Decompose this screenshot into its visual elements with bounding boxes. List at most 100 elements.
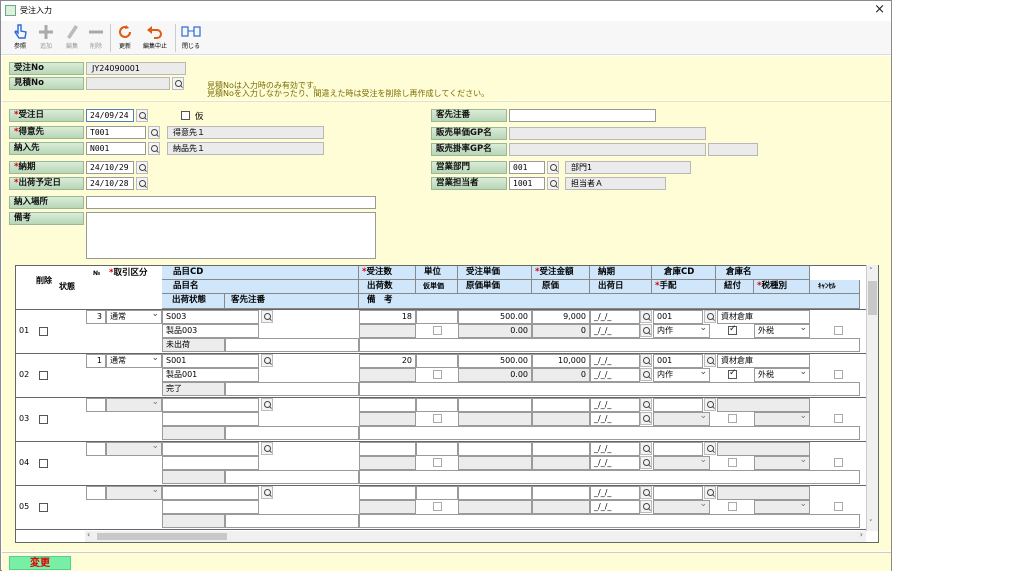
amount-input[interactable]: 9,000 xyxy=(532,310,590,324)
cust-order-input[interactable] xyxy=(509,109,656,122)
cancel-checkbox[interactable] xyxy=(834,458,843,467)
close-button[interactable]: 閉じる xyxy=(179,22,203,54)
price-input[interactable] xyxy=(458,398,532,412)
qty-input[interactable]: 20 xyxy=(359,354,416,368)
item-search-icon[interactable] xyxy=(261,310,273,323)
line-no-cell[interactable] xyxy=(86,442,106,456)
delivery-search-icon[interactable] xyxy=(148,142,160,155)
tax-type-select[interactable] xyxy=(754,456,810,470)
price-input[interactable]: 500.00 xyxy=(458,354,532,368)
estimate-no-field[interactable] xyxy=(86,77,170,90)
line-no-cell[interactable]: 3 xyxy=(86,310,106,324)
warehouse-cd-input[interactable] xyxy=(653,398,703,412)
due-date-input[interactable]: _/_/_ xyxy=(590,398,640,412)
ship-date-search-icon[interactable] xyxy=(640,412,652,425)
tentative-price-checkbox[interactable] xyxy=(433,326,442,335)
row-cust-order-input[interactable] xyxy=(225,514,359,528)
order-date-search-icon[interactable] xyxy=(136,109,148,122)
row-cust-order-input[interactable] xyxy=(225,338,359,352)
trade-type-select[interactable]: 通常 xyxy=(106,354,162,368)
price-input[interactable] xyxy=(458,486,532,500)
arrange-select[interactable]: 内作 xyxy=(653,324,710,338)
cancel-checkbox[interactable] xyxy=(834,414,843,423)
due-date-search-icon[interactable] xyxy=(136,161,148,174)
due-date-search-icon[interactable] xyxy=(640,398,652,411)
ship-date-search-icon[interactable] xyxy=(640,324,652,337)
qty-input[interactable] xyxy=(359,442,416,456)
due-date-input[interactable]: _/_/_ xyxy=(590,442,640,456)
qty-input[interactable] xyxy=(359,398,416,412)
tax-type-select[interactable]: 外税 xyxy=(754,324,810,338)
scroll-up-icon[interactable]: ˄ xyxy=(869,267,873,275)
tax-type-select[interactable] xyxy=(754,412,810,426)
item-cd-input[interactable] xyxy=(162,442,259,456)
row-remarks-input[interactable] xyxy=(359,514,860,528)
qty-input[interactable]: 18 xyxy=(359,310,416,324)
ship-date-input[interactable]: _/_/_ xyxy=(590,412,640,426)
ship-date-input[interactable]: _/_/_ xyxy=(590,500,640,514)
row-delete-checkbox[interactable] xyxy=(39,503,48,512)
due-date-input[interactable]: _/_/_ xyxy=(590,354,640,368)
remarks-textarea[interactable] xyxy=(86,212,376,259)
order-date-input[interactable]: 24/09/24 xyxy=(86,109,134,122)
refresh-button[interactable]: 更新 xyxy=(113,22,137,54)
item-cd-input[interactable]: S001 xyxy=(162,354,259,368)
arrange-select[interactable]: 内作 xyxy=(653,368,710,382)
staff-search-icon[interactable] xyxy=(547,177,559,190)
ship-date-input[interactable]: _/_/_ xyxy=(590,456,640,470)
trade-type-select[interactable]: 通常 xyxy=(106,310,162,324)
warehouse-cd-input[interactable] xyxy=(653,486,703,500)
staff-code-input[interactable]: 1001 xyxy=(509,177,545,190)
due-date-input[interactable]: _/_/_ xyxy=(590,486,640,500)
estimate-search-icon[interactable] xyxy=(172,77,184,90)
item-search-icon[interactable] xyxy=(261,486,273,499)
scroll-down-icon[interactable]: ˅ xyxy=(869,519,873,527)
amount-input[interactable] xyxy=(532,442,590,456)
item-search-icon[interactable] xyxy=(261,354,273,367)
tentative-price-checkbox[interactable] xyxy=(433,370,442,379)
tentative-checkbox[interactable] xyxy=(181,111,190,120)
row-cust-order-input[interactable] xyxy=(225,382,359,396)
row-cust-order-input[interactable] xyxy=(225,470,359,484)
item-cd-input[interactable] xyxy=(162,398,259,412)
scroll-right-icon[interactable]: › xyxy=(860,530,863,539)
ship-date-search-icon[interactable] xyxy=(640,456,652,469)
row-delete-checkbox[interactable] xyxy=(39,415,48,424)
line-no-cell[interactable]: 1 xyxy=(86,354,106,368)
ship-date-input[interactable]: 24/10/28 xyxy=(86,177,134,190)
row-cust-order-input[interactable] xyxy=(225,426,359,440)
warehouse-search-icon[interactable] xyxy=(704,442,716,455)
row-delete-checkbox[interactable] xyxy=(39,327,48,336)
close-window-button[interactable]: × xyxy=(874,2,885,17)
dept-code-input[interactable]: 001 xyxy=(509,161,545,174)
line-no-cell[interactable] xyxy=(86,398,106,412)
amount-input[interactable]: 10,000 xyxy=(532,354,590,368)
cancel-checkbox[interactable] xyxy=(834,370,843,379)
ship-date-search-icon[interactable] xyxy=(136,177,148,190)
warehouse-search-icon[interactable] xyxy=(704,486,716,499)
customer-code-input[interactable]: T001 xyxy=(86,126,146,139)
qty-input[interactable] xyxy=(359,486,416,500)
grid-vertical-scrollbar[interactable]: ˄ ˅ xyxy=(866,265,878,531)
trade-type-select[interactable] xyxy=(106,442,162,456)
link-checkbox[interactable] xyxy=(728,414,737,423)
cancel-edit-button[interactable]: 編集中止 xyxy=(143,22,167,54)
ship-date-search-icon[interactable] xyxy=(640,368,652,381)
tax-type-select[interactable] xyxy=(754,500,810,514)
tentative-price-checkbox[interactable] xyxy=(433,502,442,511)
amount-input[interactable] xyxy=(532,398,590,412)
tentative-price-checkbox[interactable] xyxy=(433,414,442,423)
row-delete-checkbox[interactable] xyxy=(39,371,48,380)
place-input[interactable] xyxy=(86,196,376,209)
amount-input[interactable] xyxy=(532,486,590,500)
cancel-checkbox[interactable] xyxy=(834,326,843,335)
due-date-input[interactable]: _/_/_ xyxy=(590,310,640,324)
link-checkbox[interactable] xyxy=(728,368,737,379)
delivery-code-input[interactable]: N001 xyxy=(86,142,146,155)
arrange-select[interactable] xyxy=(653,412,710,426)
arrange-select[interactable] xyxy=(653,500,710,514)
due-date-search-icon[interactable] xyxy=(640,310,652,323)
link-checkbox[interactable] xyxy=(728,324,737,335)
warehouse-search-icon[interactable] xyxy=(704,354,716,367)
scroll-left-icon[interactable]: ‹ xyxy=(87,530,90,539)
